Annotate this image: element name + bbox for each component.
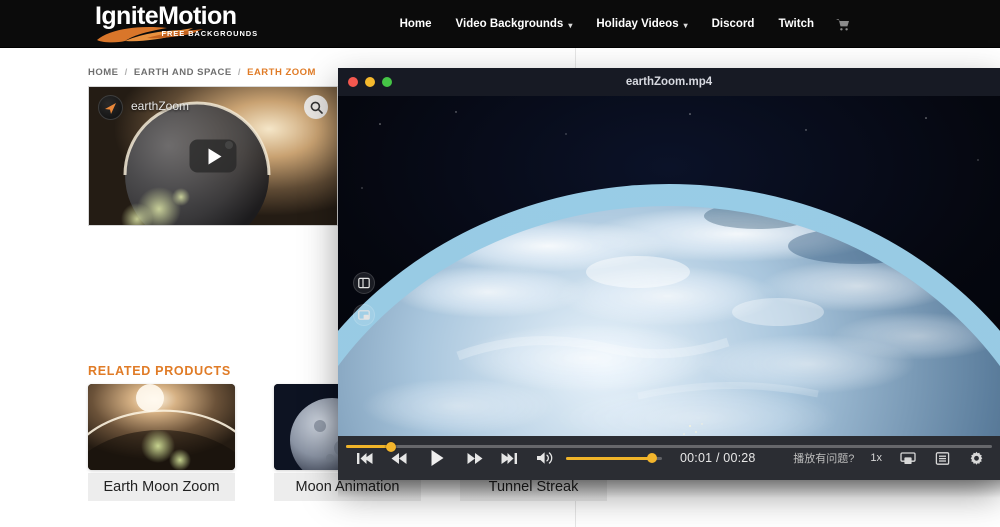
nav-item-video-backgrounds[interactable]: Video Backgrounds ▾ <box>444 0 585 48</box>
chevron-down-icon: ▾ <box>684 21 688 30</box>
nav-item-holiday-videos[interactable]: Holiday Videos ▾ <box>584 0 699 48</box>
nav-label: Home <box>400 18 432 30</box>
time-display: 00:01 / 00:28 <box>680 451 756 465</box>
logo-tagline: FREE BACKGROUNDS <box>162 29 259 38</box>
nav-label: Video Backgrounds <box>456 18 564 30</box>
breadcrumb-separator: / <box>125 67 128 78</box>
player-window-title: earthZoom.mp4 <box>338 76 1000 88</box>
volume-slider[interactable] <box>566 457 662 460</box>
volume-handle[interactable] <box>647 453 657 463</box>
progress-fill <box>346 445 391 448</box>
breadcrumb-separator: / <box>238 67 241 78</box>
product-card[interactable]: Earth Moon Zoom <box>88 384 235 501</box>
picture-in-picture-icon[interactable] <box>353 304 375 326</box>
nav-item-home[interactable]: Home <box>388 0 444 48</box>
site-logo[interactable]: IgniteMotion FREE BACKGROUNDS <box>95 3 260 45</box>
earth-video-frame <box>338 96 1000 452</box>
search-icon[interactable] <box>304 95 328 119</box>
play-button-icon[interactable] <box>190 140 237 173</box>
window-traffic-lights <box>348 77 392 87</box>
breadcrumb-home[interactable]: HOME <box>88 67 119 78</box>
nav-item-discord[interactable]: Discord <box>700 0 767 48</box>
shopping-cart-icon[interactable] <box>826 0 860 48</box>
player-titlebar: earthZoom.mp4 <box>338 68 1000 96</box>
product-thumbnail <box>88 384 235 470</box>
maximize-button[interactable] <box>382 77 392 87</box>
sidebar-layout-icon[interactable] <box>353 272 375 294</box>
progress-track[interactable] <box>346 445 992 448</box>
product-title[interactable]: Earth Moon Zoom <box>88 473 235 501</box>
player-side-buttons <box>353 272 375 326</box>
embed-video-title[interactable]: earthZoom <box>131 99 189 113</box>
channel-avatar[interactable] <box>98 95 123 120</box>
close-button[interactable] <box>348 77 358 87</box>
playback-issue-link[interactable]: 播放有问题? <box>793 450 854 466</box>
progress-bar[interactable] <box>338 440 1000 452</box>
video-embed-thumbnail[interactable]: earthZoom <box>88 86 338 226</box>
breadcrumb-current: EARTH ZOOM <box>247 67 316 78</box>
nav-item-twitch[interactable]: Twitch <box>766 0 826 48</box>
logo-wordmark: IgniteMotion <box>95 3 260 30</box>
minimize-button[interactable] <box>365 77 375 87</box>
video-stage[interactable] <box>338 96 1000 452</box>
breadcrumb-category[interactable]: EARTH AND SPACE <box>134 67 232 78</box>
nav-label: Discord <box>712 18 755 30</box>
chevron-down-icon: ▾ <box>568 21 572 30</box>
breadcrumb: HOME / EARTH AND SPACE / EARTH ZOOM <box>88 67 316 78</box>
progress-handle[interactable] <box>386 442 396 452</box>
page-root: IgniteMotion FREE BACKGROUNDS Home Video… <box>0 0 1000 527</box>
nav-label: Holiday Videos <box>596 18 678 30</box>
related-products-heading: RELATED PRODUCTS <box>88 364 231 378</box>
site-header: IgniteMotion FREE BACKGROUNDS Home Video… <box>0 0 1000 48</box>
playback-speed-label[interactable]: 1x <box>870 452 882 464</box>
video-player-window: earthZoom.mp4 <box>338 68 1000 480</box>
main-navigation: Home Video Backgrounds ▾ Holiday Videos … <box>388 0 860 48</box>
nav-label: Twitch <box>778 18 814 30</box>
volume-fill <box>566 457 652 460</box>
